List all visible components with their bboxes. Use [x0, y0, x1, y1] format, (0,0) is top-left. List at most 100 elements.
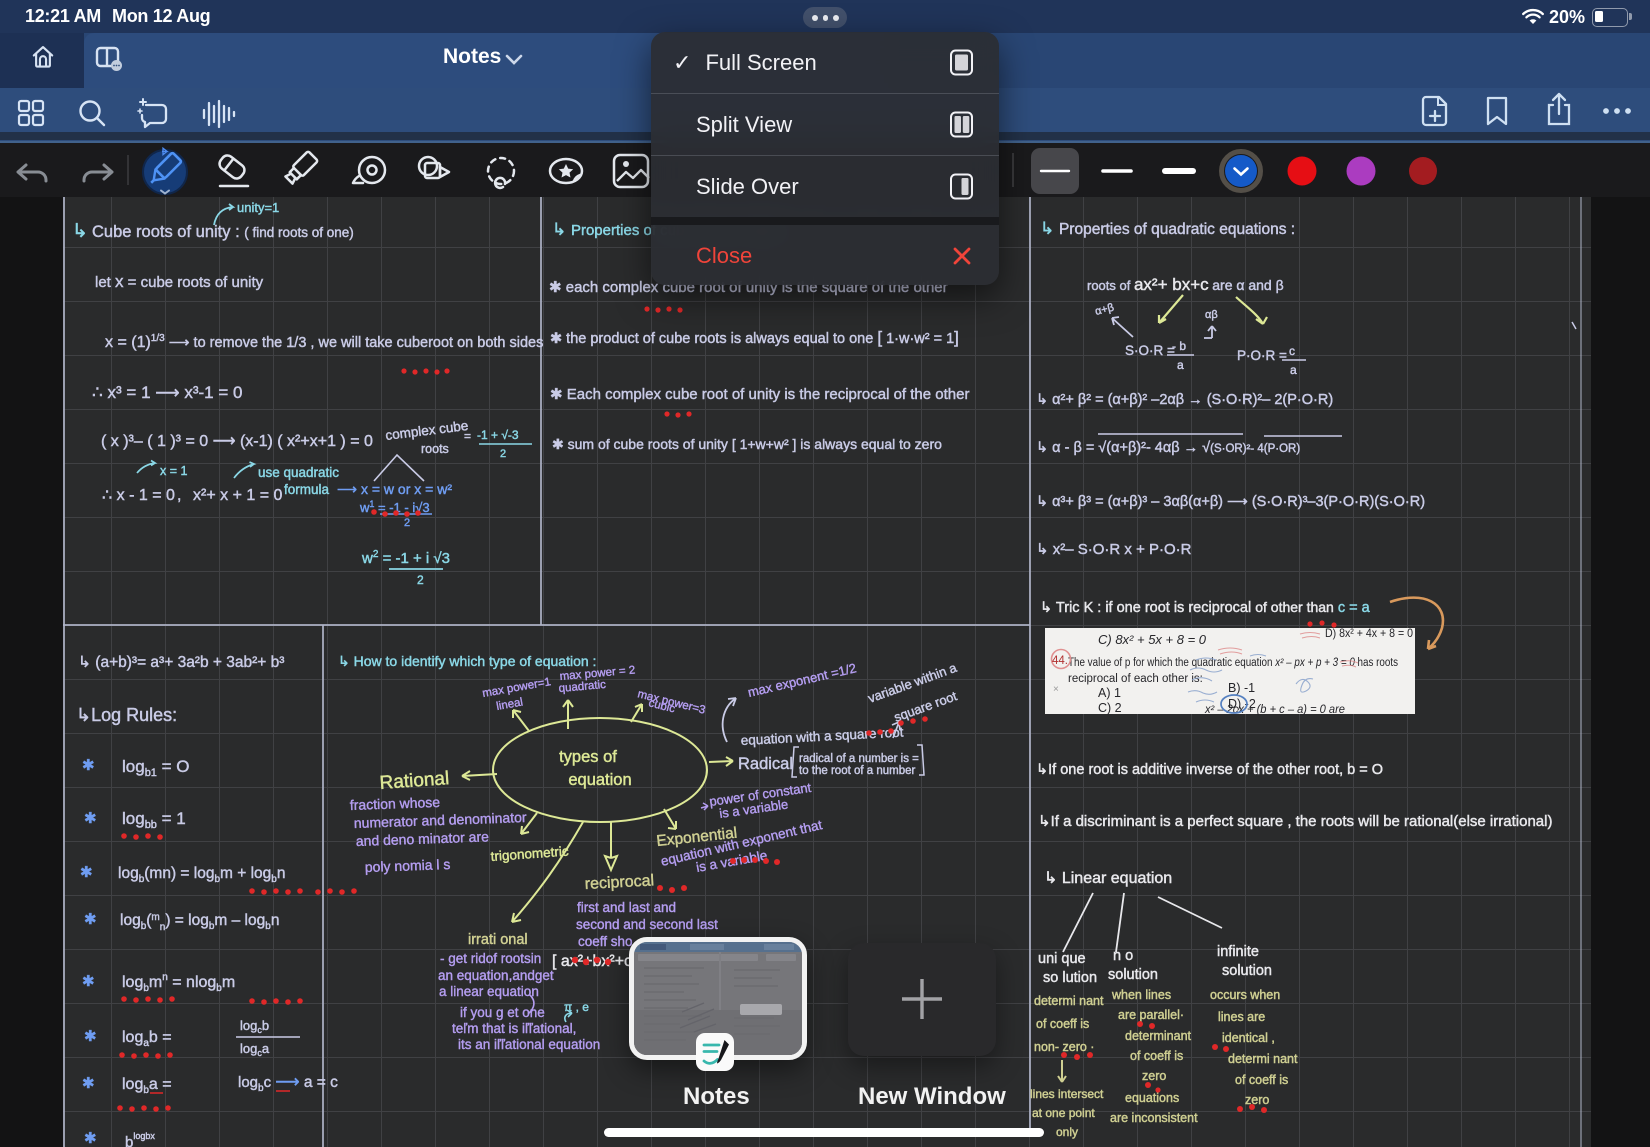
svg-text:only: only	[1056, 1125, 1078, 1139]
svg-text:when lines: when lines	[1111, 988, 1171, 1002]
svg-text:↳ Properties of quadratic equa: ↳ Properties of quadratic equations :	[1040, 219, 1295, 238]
svg-text:zero: zero	[1245, 1093, 1269, 1107]
svg-text:zero: zero	[1142, 1069, 1166, 1083]
svg-text:trigonometric: trigonometric	[490, 844, 569, 864]
svg-text:✱: ✱	[84, 810, 97, 827]
svg-text:x = 1: x = 1	[160, 464, 187, 478]
svg-text:x = (1)1/3 ⟶ to remove the 1/: x = (1)1/3 ⟶ to remove the 1/3 , we will…	[105, 333, 543, 351]
svg-text:✱ Each complex cube root: ✱ Each complex cube root of unity is the…	[550, 386, 969, 403]
svg-text:↳If one root is additive inver: ↳If one root is additive inverse of the …	[1036, 762, 1383, 778]
svg-text:↳ How to identify which type: ↳ How to identify which type of equation…	[338, 653, 596, 669]
svg-text:a: a	[1290, 363, 1297, 377]
svg-text:lineal: lineal	[495, 696, 524, 712]
svg-text:a linear equation: a linear equation	[439, 984, 539, 999]
svg-text:⟶ x = w or x = w²: ⟶ x = w or x = w²	[337, 481, 452, 497]
svg-text:roots of ax²+ bx+c are α an: roots of ax²+ bx+c are α and β	[1087, 275, 1284, 294]
svg-text:x²+ x + 1 = 0: x²+ x + 1 = 0	[193, 487, 282, 504]
svg-text:first and last and: first and last and	[577, 900, 676, 915]
svg-text:blogbx: blogbx	[125, 1131, 155, 1147]
svg-text:c: c	[1289, 344, 1295, 358]
svg-text:↳Log Rules:: ↳Log Rules:	[76, 705, 177, 725]
svg-text:2: 2	[417, 573, 424, 587]
svg-text:identical ,: identical ,	[1222, 1031, 1275, 1045]
svg-text:↳ (a+b)³= a³+ 3a²b + 3ab²+ b³: ↳ (a+b)³= a³+ 3a²b + 3ab²+ b³	[78, 654, 284, 671]
svg-text:logbmn = nlogbm: logbmn = nlogbm	[122, 972, 235, 994]
svg-text:↳ α³+ β³ = (α+β)³ – 3αβ(α+β): ↳ α³+ β³ = (α+β)³ – 3αβ(α+β) ⟶ (S·O·R)³–…	[1036, 494, 1425, 510]
svg-text:poly nomia l s: poly nomia l s	[365, 856, 451, 875]
svg-text:B) -1: B) -1	[1228, 681, 1255, 695]
svg-text:occurs when: occurs when	[1210, 988, 1280, 1002]
svg-text:- get ridof rootsin: - get ridof rootsin	[440, 951, 541, 966]
svg-text:✱ the product of cube roots: ✱ the product of cube roots is always eq…	[550, 328, 959, 347]
svg-text:equations: equations	[1125, 1091, 1179, 1105]
svg-text:C) 2: C) 2	[1098, 701, 1122, 715]
svg-text:logb1 = O: logb1 = O	[122, 757, 190, 779]
svg-text:✱: ✱	[80, 864, 93, 881]
svg-text:solution: solution	[1108, 967, 1158, 983]
svg-text:lines intersect: lines intersect	[1030, 1087, 1104, 1101]
svg-text:and deno minator are: and deno minator are	[356, 828, 490, 849]
svg-text:uni que: uni que	[1038, 951, 1086, 967]
svg-text:complex cube: complex cube	[385, 418, 470, 443]
svg-text:irrati onal: irrati onal	[468, 932, 528, 948]
svg-text:↳: ↳	[72, 221, 88, 242]
svg-text:↳If a discriminant is a per: ↳If a discriminant is a perfect square ,…	[1038, 813, 1552, 830]
svg-text:determinant: determinant	[1125, 1029, 1192, 1043]
svg-text:↳ α²+ β² = (α+β)² –2αβ → (S·O·: ↳ α²+ β² = (α+β)² –2αβ → (S·O·R)²– 2(P·O…	[1036, 392, 1333, 408]
svg-text:to the root of a number: to the root of a number	[799, 765, 916, 777]
svg-text:w2 = -1 + i √3: w2 = -1 + i √3	[361, 549, 450, 567]
svg-text:formula: formula	[284, 482, 330, 497]
svg-text:αβ: αβ	[1205, 309, 1218, 321]
svg-text:↳ Linear equation: ↳ Linear equation	[1044, 870, 1172, 887]
svg-text:determi nant: determi nant	[1228, 1052, 1298, 1066]
svg-text:a: a	[1177, 358, 1184, 372]
svg-text:↳ Tric K : if one root is reci: ↳ Tric K : if one root is reciprocal of …	[1040, 599, 1371, 616]
svg-text:at one point: at one point	[1032, 1106, 1095, 1120]
svg-text:an equation,andget: an equation,andget	[438, 968, 554, 983]
svg-text:n o: n o	[1113, 948, 1133, 964]
svg-text:A) 1: A) 1	[1098, 686, 1121, 700]
svg-text:α+β: α+β	[1094, 302, 1115, 318]
svg-text:fraction whose: fraction whose	[350, 794, 441, 813]
svg-text:equation with a square root: equation with a square root	[740, 724, 904, 748]
svg-text:Rational: Rational	[379, 768, 450, 794]
svg-text:unity=1: unity=1	[237, 200, 279, 215]
svg-text:types of: types of	[559, 748, 617, 766]
svg-text:logb(mn) = logbm + logbn: logb(mn) = logbm + logbn	[118, 865, 285, 885]
svg-text:coeff sho: coeff sho	[578, 934, 633, 949]
svg-text:roots: roots	[421, 442, 449, 456]
svg-text:of coeff is: of coeff is	[1036, 1017, 1089, 1031]
svg-text:The value of p for which the q: The value of p for which the quadratic e…	[1068, 657, 1398, 669]
svg-text:logca: logca	[240, 1041, 270, 1058]
svg-text:Radical: Radical	[738, 755, 793, 773]
svg-text:second and second last: second and second last	[576, 917, 718, 932]
svg-text:=: =	[464, 429, 471, 443]
svg-text:✱: ✱	[84, 1028, 97, 1045]
svg-text:determi nant: determi nant	[1034, 994, 1104, 1008]
svg-text:of coeff is: of coeff is	[1130, 1049, 1183, 1063]
svg-text:C) 8x² + 5x + 8 = 0: C) 8x² + 5x + 8 = 0	[1098, 632, 1207, 647]
svg-text:let x = cube roots of unity: let x = cube roots of unity	[95, 272, 264, 291]
svg-text:its an iľľational equation: its an iľľational equation	[458, 1037, 600, 1052]
svg-text:✱ sum of cube roots of unit: ✱ sum of cube roots of unity [ 1+w+w² ] …	[552, 436, 942, 452]
svg-text:solution: solution	[1222, 963, 1272, 979]
svg-text:logcb: logcb	[240, 1018, 269, 1035]
svg-text:↳ α - β = √(α+β)²- 4αβ → √(S·: ↳ α - β = √(α+β)²- 4αβ → √(S·OR)²- 4(P·O…	[1036, 440, 1300, 456]
svg-text:reciprocal of each other is:: reciprocal of each other is:	[1068, 673, 1203, 685]
svg-text:reciprocal: reciprocal	[584, 872, 654, 893]
svg-text:use quadratic: use quadratic	[258, 465, 339, 480]
svg-text:teľm that is iľľational,: teľm that is iľľational,	[452, 1021, 576, 1036]
svg-text:Cube roots of unity : ( find r: Cube roots of unity : ( find roots of on…	[92, 223, 354, 241]
svg-text:max power=1: max power=1	[481, 676, 551, 700]
svg-text:✱: ✱	[82, 973, 95, 990]
svg-text:44.: 44.	[1052, 655, 1068, 667]
svg-text:✱: ✱	[84, 911, 97, 928]
svg-text:✱: ✱	[82, 757, 95, 774]
svg-text:- b: - b	[1172, 339, 1186, 353]
svg-text:so lution: so lution	[1043, 970, 1097, 986]
svg-text:P·O·R =: P·O·R =	[1237, 348, 1287, 363]
svg-text:,: ,	[177, 487, 181, 504]
svg-text:non- zero ·: non- zero ·	[1034, 1040, 1094, 1054]
svg-text:infinite: infinite	[1217, 944, 1259, 960]
svg-text:are parallel·: are parallel·	[1118, 1008, 1184, 1022]
